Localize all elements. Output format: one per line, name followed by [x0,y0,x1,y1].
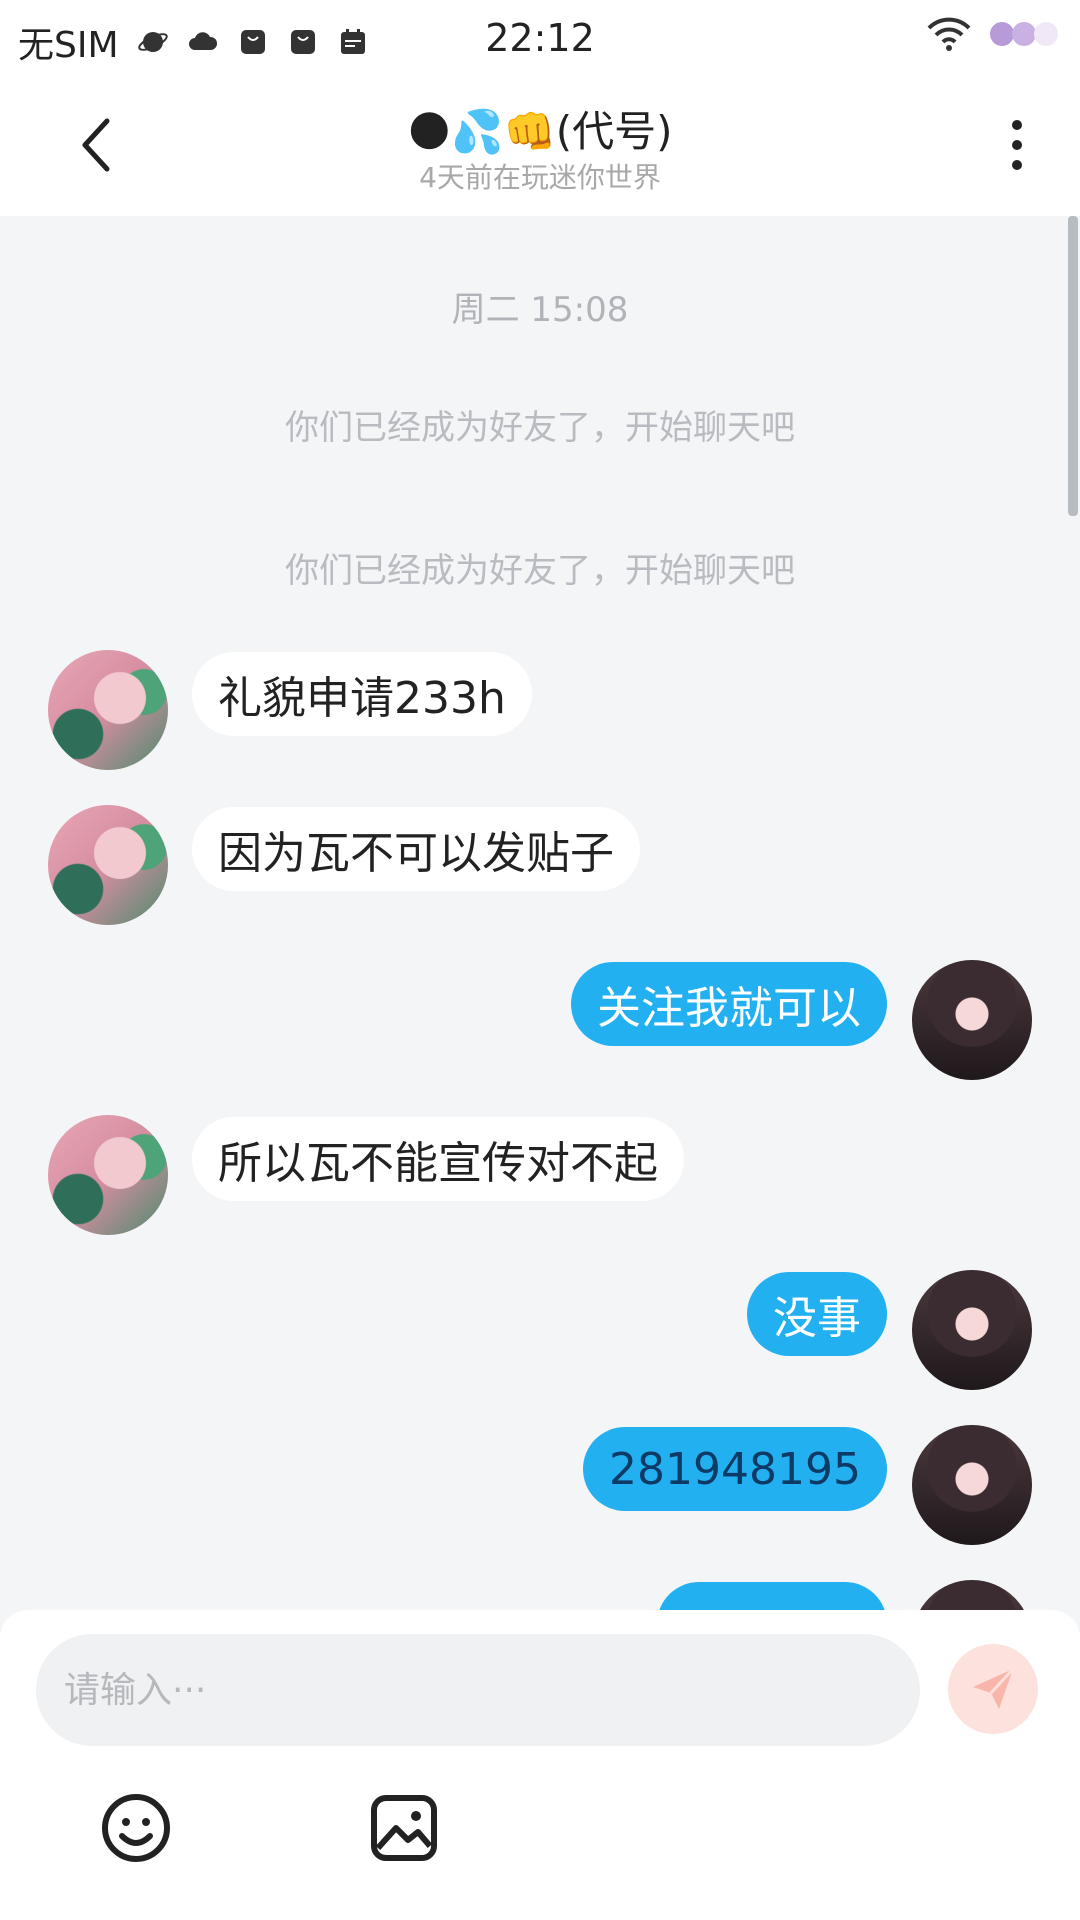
wifi-icon [927,17,971,51]
my-avatar[interactable] [912,1425,1032,1545]
more-vertical-icon [1012,120,1022,170]
message-text: 281948195 [609,1443,861,1495]
chat-screen: 无SIM 22:12 🌑💦👊(代号) 4天前在玩迷你世界 周二 15:08 你们… [0,0,1080,1920]
send-icon [973,1667,1015,1709]
contact-avatar[interactable] [48,1115,168,1235]
message-bubble-outgoing[interactable]: 281948195 [583,1427,887,1511]
message-input[interactable] [36,1634,920,1746]
chat-title: 🌑💦👊(代号) [407,107,673,156]
more-button[interactable] [982,110,1052,180]
chat-header: 🌑💦👊(代号) 4天前在玩迷你世界 [0,76,1080,216]
message-text: 没事 [773,1293,861,1344]
status-time: 22:12 [485,16,595,60]
message-text: 礼貌申请233h [218,673,506,724]
message-bubble-incoming[interactable]: 礼貌申请233h [192,652,532,736]
image-icon [371,1795,437,1861]
message-text: 因为瓦不可以发贴子 [218,828,614,879]
my-avatar[interactable] [912,960,1032,1080]
my-avatar[interactable] [912,1270,1032,1390]
contact-avatar[interactable] [48,805,168,925]
system-message: 你们已经成为好友了，开始聊天吧 [285,551,795,591]
status-right [926,16,1064,52]
status-bar: 无SIM 22:12 [0,0,1080,76]
message-text: 关注我就可以 [597,983,861,1034]
chat-subtitle: 4天前在玩迷你世界 [419,161,661,194]
message-bubble-incoming[interactable]: 所以瓦不能宣传对不起 [192,1117,684,1201]
system-message: 你们已经成为好友了，开始聊天吧 [285,408,795,448]
scrollbar[interactable] [1068,216,1078,516]
message-text: 所以瓦不能宣传对不起 [218,1138,658,1189]
image-button[interactable] [366,1790,442,1866]
input-panel [0,1610,1080,1920]
message-time-label: 周二 15:08 [451,290,629,330]
emoji-button[interactable] [98,1790,174,1866]
contact-avatar[interactable] [48,650,168,770]
avatar-badges-icon [990,22,1058,46]
message-bubble-incoming[interactable]: 因为瓦不可以发贴子 [192,807,640,891]
message-bubble-outgoing[interactable]: 关注我就可以 [571,962,887,1046]
emoji-icon [102,1794,170,1862]
message-bubble-outgoing[interactable]: 没事 [747,1272,887,1356]
send-button[interactable] [948,1644,1038,1734]
